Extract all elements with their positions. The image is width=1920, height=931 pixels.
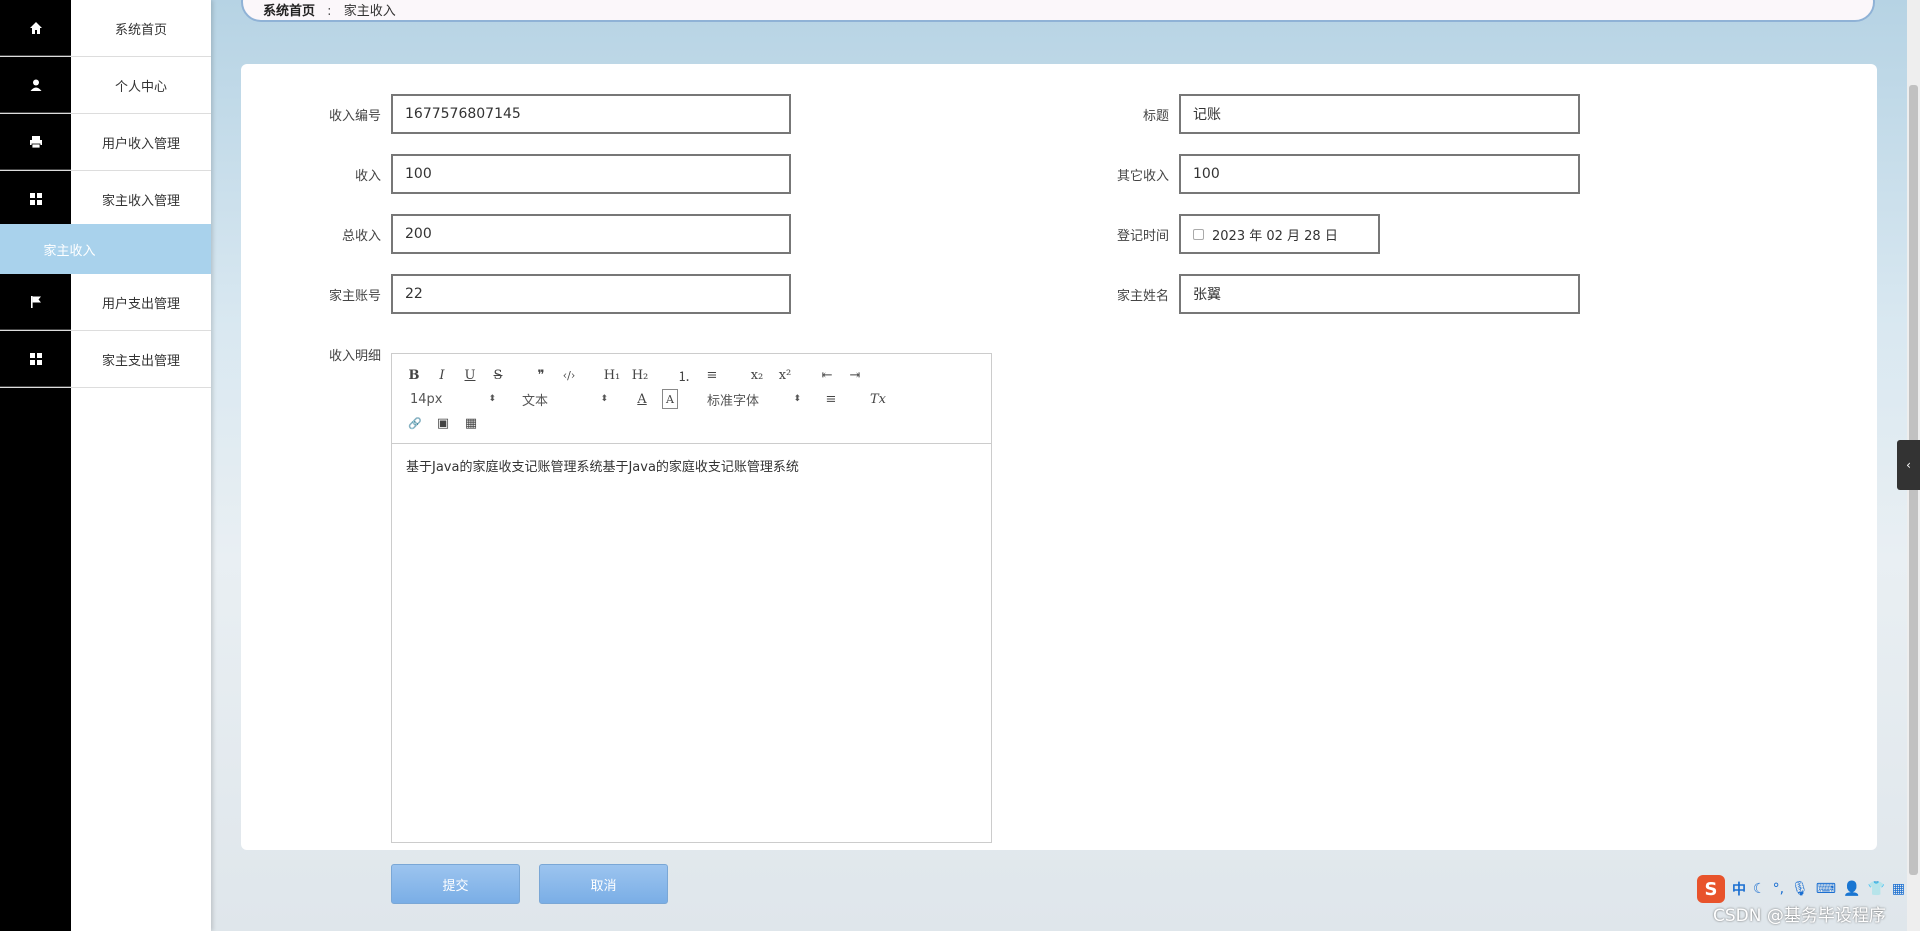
font-size-value: 14px (410, 391, 443, 407)
reg-time-date-input[interactable]: 2023 年 02 月 28 日 (1179, 214, 1380, 254)
reg-time-value: 2023 年 02 月 28 日 (1212, 228, 1338, 244)
ime-language: 中 (1732, 882, 1746, 898)
owner-account-label: 家主账号 (328, 289, 381, 304)
grid-icon (0, 171, 71, 227)
clean-format-button[interactable]: Tx (868, 389, 888, 409)
sidebar-subitem-owner-income[interactable]: 家主收入 (0, 224, 211, 274)
sidebar-item-owner-expense[interactable]: 家主支出管理 (0, 331, 211, 388)
text-type-select[interactable]: 文本 ⬍ (522, 389, 608, 409)
sidebar-item-label: 家主收入管理 (101, 193, 180, 209)
calendar-icon (1193, 228, 1204, 240)
income-input[interactable]: 100 (391, 154, 791, 194)
ime-toolbar[interactable]: S 中 ☾ °, 🎙 ⌨ 👤 👕 ▦ (1697, 875, 1905, 903)
indent-button[interactable]: ⇥ (846, 365, 864, 385)
sidebar-item-label: 系统首页 (114, 22, 167, 38)
sidebar-item-owner-income[interactable]: 家主收入管理 (0, 171, 211, 228)
sidebar-item-label: 用户支出管理 (101, 296, 180, 312)
keyboard-icon: ⌨ (1815, 881, 1837, 897)
sidebar-item-label: 用户收入管理 (101, 136, 180, 152)
bold-button[interactable]: B (406, 365, 422, 385)
income-no-input[interactable]: 1677576807145 (391, 94, 791, 134)
code-block-button[interactable]: ‹/› (558, 365, 580, 385)
person-icon: 👤 (1843, 881, 1861, 897)
sidebar-item-label: 家主支出管理 (101, 353, 180, 369)
title-label: 标题 (1142, 109, 1169, 124)
font-size-select[interactable]: 14px ⬍ (410, 389, 496, 409)
other-income-input[interactable]: 100 (1179, 154, 1580, 194)
user-icon (0, 57, 71, 113)
sidebar-item-user-income[interactable]: 用户收入管理 (0, 114, 211, 171)
strike-button[interactable]: S (490, 365, 506, 385)
video-button[interactable]: ▦ (462, 413, 480, 433)
blockquote-button[interactable]: ❞ (532, 365, 550, 385)
apps-icon: ▦ (1891, 881, 1906, 897)
breadcrumb-home[interactable]: 系统首页 (263, 4, 315, 19)
income-label: 收入 (354, 169, 381, 184)
bullet-list-button[interactable]: ≡ (704, 365, 720, 385)
select-arrows-icon: ⬍ (793, 394, 801, 404)
font-family-value: 标准字体 (707, 393, 760, 409)
select-arrows-icon: ⬍ (488, 394, 496, 404)
ordered-list-button[interactable]: ⒈ (676, 365, 692, 385)
link-button[interactable]: 🔗 (406, 413, 424, 433)
font-color-button[interactable]: A (634, 389, 650, 409)
select-arrows-icon: ⬍ (600, 394, 608, 404)
breadcrumb-current: 家主收入 (343, 4, 396, 19)
owner-name-label: 家主姓名 (1116, 289, 1169, 304)
image-button[interactable]: ▣ (434, 413, 452, 433)
reg-time-label: 登记时间 (1116, 229, 1169, 244)
editor-toolbar: B I U S ❞ ‹/› H₁ H₂ ⒈ ≡ x₂ x² ⇤ ⇥ 14px ⬍… (392, 354, 991, 444)
shirt-icon: 👕 (1867, 881, 1885, 897)
total-income-label: 总收入 (341, 229, 381, 244)
italic-button[interactable]: I (434, 365, 450, 385)
rich-text-editor: B I U S ❞ ‹/› H₁ H₂ ⒈ ≡ x₂ x² ⇤ ⇥ 14px ⬍… (391, 353, 992, 843)
moon-icon: ☾ (1753, 881, 1766, 897)
align-button[interactable]: ≡ (822, 389, 840, 409)
text-type-value: 文本 (522, 393, 549, 409)
watermark: CSDN @基务毕设程序 (1713, 906, 1886, 926)
grid-icon (0, 331, 71, 387)
h2-button[interactable]: H₂ (630, 365, 650, 385)
subscript-button[interactable]: x₂ (748, 365, 766, 385)
sidebar-item-profile[interactable]: 个人中心 (0, 57, 211, 114)
underline-button[interactable]: U (462, 365, 478, 385)
h1-button[interactable]: H₁ (602, 365, 622, 385)
income-no-label: 收入编号 (328, 109, 381, 124)
ime-logo-icon: S (1697, 875, 1725, 903)
superscript-button[interactable]: x² (776, 365, 794, 385)
editor-content[interactable]: 基于Java的家庭收支记账管理系统基于Java的家庭收支记账管理系统 (392, 444, 991, 487)
owner-name-input[interactable]: 张翼 (1179, 274, 1580, 314)
detail-label: 收入明细 (328, 349, 381, 364)
owner-account-input[interactable]: 22 (391, 274, 791, 314)
breadcrumb: 系统首页 : 家主收入 (241, 0, 1875, 22)
other-income-label: 其它收入 (1116, 169, 1169, 184)
sidebar-item-label: 个人中心 (114, 79, 167, 95)
submit-button[interactable]: 提交 (391, 864, 520, 904)
breadcrumb-separator: : (327, 4, 332, 19)
cancel-button[interactable]: 取消 (539, 864, 668, 904)
sidebar-subitem-label: 家主收入 (43, 243, 96, 259)
background-color-button[interactable]: A (662, 389, 678, 409)
total-income-input[interactable]: 200 (391, 214, 791, 254)
mic-icon: 🎙 (1791, 881, 1809, 897)
home-icon (0, 0, 71, 56)
title-input[interactable]: 记账 (1179, 94, 1580, 134)
printer-icon (0, 114, 71, 170)
chevron-left-icon[interactable]: ‹ (1897, 440, 1920, 490)
punctuation-icon: °, (1772, 881, 1785, 897)
font-family-select[interactable]: 标准字体 ⬍ (707, 389, 801, 409)
sidebar-item-user-expense[interactable]: 用户支出管理 (0, 274, 211, 331)
flag-icon (0, 274, 71, 330)
sidebar-item-home[interactable]: 系统首页 (0, 0, 211, 57)
outdent-button[interactable]: ⇤ (818, 365, 836, 385)
